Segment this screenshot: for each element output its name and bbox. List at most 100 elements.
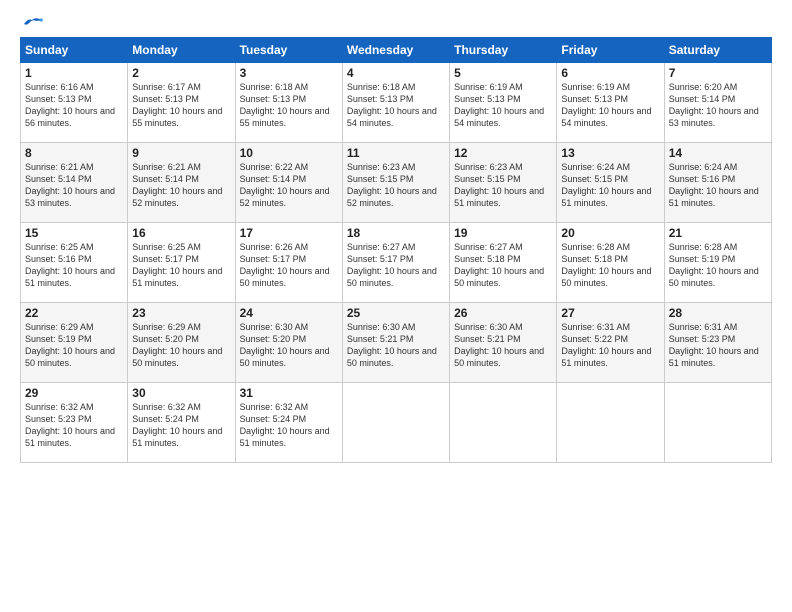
day-cell bbox=[450, 383, 557, 463]
weekday-header-sunday: Sunday bbox=[21, 38, 128, 63]
day-cell: 7 Sunrise: 6:20 AMSunset: 5:14 PMDayligh… bbox=[664, 63, 771, 143]
day-info: Sunrise: 6:32 AMSunset: 5:24 PMDaylight:… bbox=[132, 402, 222, 448]
day-info: Sunrise: 6:25 AMSunset: 5:16 PMDaylight:… bbox=[25, 242, 115, 288]
day-cell: 31 Sunrise: 6:32 AMSunset: 5:24 PMDaylig… bbox=[235, 383, 342, 463]
day-number: 15 bbox=[25, 226, 123, 240]
day-number: 2 bbox=[132, 66, 230, 80]
weekday-header-row: SundayMondayTuesdayWednesdayThursdayFrid… bbox=[21, 38, 772, 63]
day-number: 7 bbox=[669, 66, 767, 80]
day-info: Sunrise: 6:24 AMSunset: 5:15 PMDaylight:… bbox=[561, 162, 651, 208]
day-number: 28 bbox=[669, 306, 767, 320]
week-row-5: 29 Sunrise: 6:32 AMSunset: 5:23 PMDaylig… bbox=[21, 383, 772, 463]
day-number: 20 bbox=[561, 226, 659, 240]
day-info: Sunrise: 6:16 AMSunset: 5:13 PMDaylight:… bbox=[25, 82, 115, 128]
day-info: Sunrise: 6:28 AMSunset: 5:19 PMDaylight:… bbox=[669, 242, 759, 288]
week-row-1: 1 Sunrise: 6:16 AMSunset: 5:13 PMDayligh… bbox=[21, 63, 772, 143]
weekday-header-monday: Monday bbox=[128, 38, 235, 63]
day-info: Sunrise: 6:30 AMSunset: 5:21 PMDaylight:… bbox=[347, 322, 437, 368]
day-number: 16 bbox=[132, 226, 230, 240]
day-cell: 10 Sunrise: 6:22 AMSunset: 5:14 PMDaylig… bbox=[235, 143, 342, 223]
day-number: 26 bbox=[454, 306, 552, 320]
day-cell: 11 Sunrise: 6:23 AMSunset: 5:15 PMDaylig… bbox=[342, 143, 449, 223]
day-cell bbox=[557, 383, 664, 463]
day-info: Sunrise: 6:28 AMSunset: 5:18 PMDaylight:… bbox=[561, 242, 651, 288]
weekday-header-thursday: Thursday bbox=[450, 38, 557, 63]
day-info: Sunrise: 6:18 AMSunset: 5:13 PMDaylight:… bbox=[240, 82, 330, 128]
day-info: Sunrise: 6:25 AMSunset: 5:17 PMDaylight:… bbox=[132, 242, 222, 288]
week-row-2: 8 Sunrise: 6:21 AMSunset: 5:14 PMDayligh… bbox=[21, 143, 772, 223]
logo bbox=[20, 18, 44, 29]
day-cell: 14 Sunrise: 6:24 AMSunset: 5:16 PMDaylig… bbox=[664, 143, 771, 223]
day-info: Sunrise: 6:23 AMSunset: 5:15 PMDaylight:… bbox=[454, 162, 544, 208]
day-cell: 24 Sunrise: 6:30 AMSunset: 5:20 PMDaylig… bbox=[235, 303, 342, 383]
day-cell bbox=[342, 383, 449, 463]
day-cell: 20 Sunrise: 6:28 AMSunset: 5:18 PMDaylig… bbox=[557, 223, 664, 303]
day-cell: 16 Sunrise: 6:25 AMSunset: 5:17 PMDaylig… bbox=[128, 223, 235, 303]
day-info: Sunrise: 6:18 AMSunset: 5:13 PMDaylight:… bbox=[347, 82, 437, 128]
day-number: 3 bbox=[240, 66, 338, 80]
day-number: 25 bbox=[347, 306, 445, 320]
day-number: 12 bbox=[454, 146, 552, 160]
day-info: Sunrise: 6:19 AMSunset: 5:13 PMDaylight:… bbox=[561, 82, 651, 128]
day-number: 1 bbox=[25, 66, 123, 80]
day-number: 23 bbox=[132, 306, 230, 320]
day-info: Sunrise: 6:32 AMSunset: 5:23 PMDaylight:… bbox=[25, 402, 115, 448]
day-cell: 5 Sunrise: 6:19 AMSunset: 5:13 PMDayligh… bbox=[450, 63, 557, 143]
day-cell: 27 Sunrise: 6:31 AMSunset: 5:22 PMDaylig… bbox=[557, 303, 664, 383]
day-info: Sunrise: 6:22 AMSunset: 5:14 PMDaylight:… bbox=[240, 162, 330, 208]
day-number: 31 bbox=[240, 386, 338, 400]
day-info: Sunrise: 6:30 AMSunset: 5:21 PMDaylight:… bbox=[454, 322, 544, 368]
day-cell: 25 Sunrise: 6:30 AMSunset: 5:21 PMDaylig… bbox=[342, 303, 449, 383]
day-cell: 12 Sunrise: 6:23 AMSunset: 5:15 PMDaylig… bbox=[450, 143, 557, 223]
week-row-4: 22 Sunrise: 6:29 AMSunset: 5:19 PMDaylig… bbox=[21, 303, 772, 383]
day-cell bbox=[664, 383, 771, 463]
day-number: 8 bbox=[25, 146, 123, 160]
day-cell: 4 Sunrise: 6:18 AMSunset: 5:13 PMDayligh… bbox=[342, 63, 449, 143]
day-info: Sunrise: 6:27 AMSunset: 5:18 PMDaylight:… bbox=[454, 242, 544, 288]
day-cell: 8 Sunrise: 6:21 AMSunset: 5:14 PMDayligh… bbox=[21, 143, 128, 223]
day-info: Sunrise: 6:29 AMSunset: 5:20 PMDaylight:… bbox=[132, 322, 222, 368]
calendar: SundayMondayTuesdayWednesdayThursdayFrid… bbox=[20, 37, 772, 463]
day-number: 9 bbox=[132, 146, 230, 160]
day-info: Sunrise: 6:31 AMSunset: 5:23 PMDaylight:… bbox=[669, 322, 759, 368]
day-number: 22 bbox=[25, 306, 123, 320]
day-info: Sunrise: 6:20 AMSunset: 5:14 PMDaylight:… bbox=[669, 82, 759, 128]
day-number: 29 bbox=[25, 386, 123, 400]
day-number: 11 bbox=[347, 146, 445, 160]
day-cell: 26 Sunrise: 6:30 AMSunset: 5:21 PMDaylig… bbox=[450, 303, 557, 383]
page: SundayMondayTuesdayWednesdayThursdayFrid… bbox=[0, 0, 792, 612]
day-number: 5 bbox=[454, 66, 552, 80]
day-number: 19 bbox=[454, 226, 552, 240]
weekday-header-friday: Friday bbox=[557, 38, 664, 63]
day-number: 17 bbox=[240, 226, 338, 240]
day-cell: 9 Sunrise: 6:21 AMSunset: 5:14 PMDayligh… bbox=[128, 143, 235, 223]
day-info: Sunrise: 6:30 AMSunset: 5:20 PMDaylight:… bbox=[240, 322, 330, 368]
day-cell: 22 Sunrise: 6:29 AMSunset: 5:19 PMDaylig… bbox=[21, 303, 128, 383]
day-number: 27 bbox=[561, 306, 659, 320]
day-cell: 18 Sunrise: 6:27 AMSunset: 5:17 PMDaylig… bbox=[342, 223, 449, 303]
day-cell: 23 Sunrise: 6:29 AMSunset: 5:20 PMDaylig… bbox=[128, 303, 235, 383]
day-info: Sunrise: 6:17 AMSunset: 5:13 PMDaylight:… bbox=[132, 82, 222, 128]
logo-bird-icon bbox=[22, 16, 44, 32]
day-cell: 21 Sunrise: 6:28 AMSunset: 5:19 PMDaylig… bbox=[664, 223, 771, 303]
day-info: Sunrise: 6:24 AMSunset: 5:16 PMDaylight:… bbox=[669, 162, 759, 208]
day-info: Sunrise: 6:27 AMSunset: 5:17 PMDaylight:… bbox=[347, 242, 437, 288]
weekday-header-wednesday: Wednesday bbox=[342, 38, 449, 63]
day-info: Sunrise: 6:21 AMSunset: 5:14 PMDaylight:… bbox=[132, 162, 222, 208]
day-cell: 28 Sunrise: 6:31 AMSunset: 5:23 PMDaylig… bbox=[664, 303, 771, 383]
day-number: 10 bbox=[240, 146, 338, 160]
day-cell: 29 Sunrise: 6:32 AMSunset: 5:23 PMDaylig… bbox=[21, 383, 128, 463]
day-cell: 3 Sunrise: 6:18 AMSunset: 5:13 PMDayligh… bbox=[235, 63, 342, 143]
day-number: 6 bbox=[561, 66, 659, 80]
header bbox=[20, 18, 772, 29]
day-info: Sunrise: 6:23 AMSunset: 5:15 PMDaylight:… bbox=[347, 162, 437, 208]
day-number: 18 bbox=[347, 226, 445, 240]
day-number: 21 bbox=[669, 226, 767, 240]
day-cell: 17 Sunrise: 6:26 AMSunset: 5:17 PMDaylig… bbox=[235, 223, 342, 303]
day-info: Sunrise: 6:31 AMSunset: 5:22 PMDaylight:… bbox=[561, 322, 651, 368]
day-cell: 1 Sunrise: 6:16 AMSunset: 5:13 PMDayligh… bbox=[21, 63, 128, 143]
weekday-header-tuesday: Tuesday bbox=[235, 38, 342, 63]
day-cell: 15 Sunrise: 6:25 AMSunset: 5:16 PMDaylig… bbox=[21, 223, 128, 303]
day-number: 13 bbox=[561, 146, 659, 160]
day-info: Sunrise: 6:26 AMSunset: 5:17 PMDaylight:… bbox=[240, 242, 330, 288]
